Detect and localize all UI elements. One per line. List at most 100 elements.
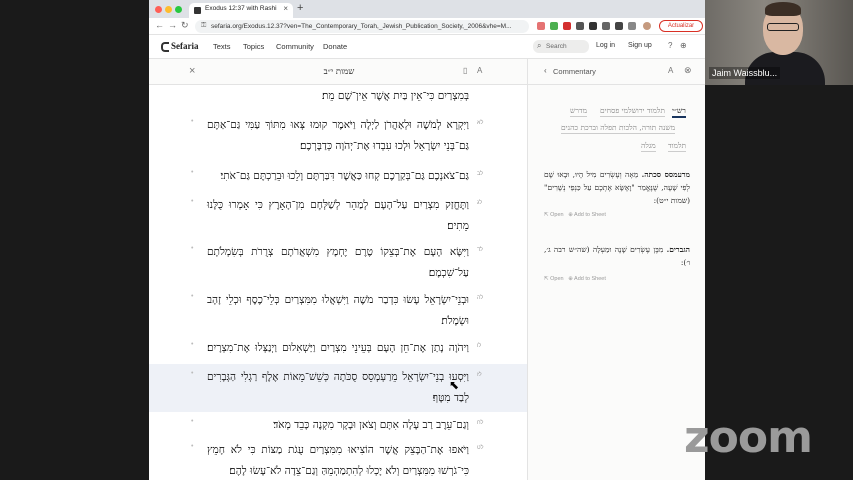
verse-number: לט	[477, 445, 484, 451]
add-to-sheet-link[interactable]: Add to Sheet	[574, 212, 606, 218]
verse-row[interactable]: • וַיהֹוָה נָתַן אֶת־חֵן הָעָם בְּעֵינֵי…	[149, 335, 527, 375]
verse-row[interactable]: • וּבְנֵי־יִשְׂרָאֵל עָשׂוּ כִּדְבַר מֹש…	[149, 287, 527, 335]
verse-row[interactable]: בְּמִצְרַיִם כִּי־אֵין בַּיִת אֲשֶׁר אֵי…	[149, 85, 527, 109]
open-link[interactable]: Open	[550, 212, 563, 218]
browser-window: Exodus 12:37 with Rashi × + ← → ↻ ⚿ sefa…	[149, 0, 705, 480]
nav-texts[interactable]: Texts	[213, 42, 231, 51]
tab-talmud[interactable]: תלמוד	[668, 141, 687, 152]
back-chevron-icon[interactable]: ‹	[544, 66, 547, 75]
verse-text: וַיִּשָּׂא הָעָם אֶת־בְּצֵקוֹ טֶרֶם יֶחְ…	[207, 246, 469, 279]
verse-number: לג	[477, 200, 483, 206]
extension-icon[interactable]	[563, 22, 571, 30]
commentary-entry[interactable]: מרעמסס סכתה. מֵאָה וְעֶשְׂרִים מִיל הָיו…	[544, 168, 690, 207]
sefaria-favicon-icon	[194, 7, 201, 14]
close-window-button[interactable]	[155, 6, 162, 13]
sefaria-logo-icon[interactable]	[161, 42, 169, 52]
commentary-header: ‹ Commentary A ⊗	[528, 59, 705, 85]
url-field[interactable]: ⚿ sefaria.org/Exodus.12.37?ven=The_Conte…	[195, 20, 529, 33]
browser-tab[interactable]: Exodus 12:37 with Rashi ×	[189, 3, 293, 18]
site-logo[interactable]: Sefaria	[171, 41, 199, 51]
add-to-sheet-link[interactable]: Add to Sheet	[574, 276, 606, 282]
commentary-panel: ‹ Commentary A ⊗ רש״י תלמוד ירושלמי פסחי…	[527, 59, 705, 480]
tab-yerushalmi-pesachim[interactable]: תלמוד ירושלמי פסחים	[600, 106, 665, 117]
verse-text: וַיִּקְרָא לְמֹשֶׁה וּלְאַהֲרֹן לַיְלָה …	[207, 119, 469, 152]
tab-mishneh-torah[interactable]: משנה תורה, הלכות תפלה וברכת כהנים	[561, 123, 676, 134]
participant-name: Jaim Waissblu...	[709, 67, 781, 79]
extension-icon[interactable]	[615, 22, 623, 30]
verse-row[interactable]: • וַיֹּאפוּ אֶת־הַבָּצֵק אֲשֶׁר הוֹצִיאו…	[149, 437, 527, 480]
tab-title: Exodus 12:37 with Rashi	[205, 5, 277, 12]
extension-icon[interactable]	[589, 22, 597, 30]
update-browser-button[interactable]: Actualizar	[659, 20, 703, 32]
chapter-title[interactable]: שמות י״ב	[299, 66, 379, 77]
verse-row[interactable]: • גַּם־צֹאנְכֶם גַּם־בְּקַרְכֶם קְחוּ כַ…	[149, 163, 527, 189]
font-settings-icon[interactable]: A	[668, 66, 673, 75]
reload-icon[interactable]: ↻	[181, 20, 189, 31]
verse-bullet: •	[191, 169, 194, 176]
verse-number: לד	[477, 247, 483, 253]
verse-row[interactable]: • וְגַם־עֵרֶב רַב עָלָה אִתָּם וְצֹאן וּ…	[149, 412, 527, 438]
open-link[interactable]: Open	[550, 276, 563, 282]
signup-link[interactable]: Sign up	[628, 42, 652, 49]
tab-bar: Exodus 12:37 with Rashi × +	[149, 0, 705, 18]
close-icon[interactable]: ×	[189, 65, 195, 77]
tab-close-icon[interactable]: ×	[283, 4, 288, 13]
verse-bullet: •	[191, 341, 194, 348]
commentary-entry[interactable]: הגברים. מִבֶּן עֶשְׂרִים שָׁנָה וּמַעְלָ…	[544, 243, 690, 269]
tab-midrash[interactable]: מדרש	[570, 106, 588, 117]
verse-number: לא	[477, 120, 484, 126]
verse-row[interactable]: • וַיִּשָּׂא הָעָם אֶת־בְּצֵקוֹ טֶרֶם יֶ…	[149, 239, 527, 287]
verse-text: וְגַם־עֵרֶב רַב עָלָה אִתָּם וְצֹאן וּבָ…	[273, 419, 469, 431]
nav-topics[interactable]: Topics	[243, 42, 264, 51]
nav-community[interactable]: Community	[276, 42, 314, 51]
verse-row[interactable]: • וַיִּקְרָא לְמֹשֶׁה וּלְאַהֲרֹן לַיְלָ…	[149, 112, 527, 160]
login-link[interactable]: Log in	[596, 42, 615, 49]
url-text[interactable]: sefaria.org/Exodus.12.37?ven=The_Contemp…	[211, 23, 523, 30]
reader-header: × שמות י״ב ▯ A	[149, 59, 527, 85]
bookmark-icon[interactable]: ▯	[463, 66, 467, 75]
zoom-watermark-logo: zoom	[684, 412, 813, 463]
minimize-window-button[interactable]	[165, 6, 172, 13]
search-input[interactable]: ⌕ Search	[533, 40, 589, 53]
commentary-title[interactable]: Commentary	[553, 67, 596, 76]
participant-video-tile[interactable]: Jaim Waissblu...	[705, 0, 853, 85]
tab-rashi[interactable]: רש״י	[672, 106, 686, 118]
help-icon[interactable]: ?	[668, 41, 672, 50]
search-placeholder: Search	[546, 42, 567, 50]
verse-row-selected[interactable]: • וַיִּסְעוּ בְנֵי־יִשְׂרָאֵל מֵרַעְמְסֵ…	[149, 364, 527, 412]
new-tab-button[interactable]: +	[297, 2, 303, 14]
verse-number: לו	[477, 343, 482, 349]
verse-bullet: •	[191, 370, 194, 377]
verse-bullet: •	[191, 245, 194, 252]
font-settings-icon[interactable]: A	[477, 66, 482, 75]
verse-number: לז	[477, 372, 482, 378]
verse-text: וַיִּסְעוּ בְנֵי־יִשְׂרָאֵל מֵרַעְמְסֵס …	[207, 371, 469, 404]
back-icon[interactable]: ←	[155, 20, 164, 30]
verse-number: לח	[477, 420, 484, 426]
maximize-window-button[interactable]	[175, 6, 182, 13]
tab-megillah[interactable]: מגלה	[641, 141, 656, 152]
extension-icon[interactable]	[576, 22, 584, 30]
extension-icon[interactable]	[537, 22, 545, 30]
extension-icon[interactable]	[550, 22, 558, 30]
commentary-actions: ⇱ Open ⊕ Add to Sheet	[544, 276, 606, 282]
globe-icon[interactable]: ⊕	[680, 41, 687, 50]
mouse-cursor-icon: ⬉	[449, 378, 460, 392]
profile-avatar[interactable]	[643, 22, 651, 30]
verse-row[interactable]: • וַתֶּחֱזַק מִצְרַיִם עַל־הָעָם לְמַהֵר…	[149, 192, 527, 240]
verse-text: וַיֹּאפוּ אֶת־הַבָּצֵק אֲשֶׁר הוֹצִיאוּ …	[207, 444, 469, 477]
verse-bullet: •	[191, 418, 194, 425]
lock-icon: ⚿	[201, 22, 207, 29]
extension-icon[interactable]	[602, 22, 610, 30]
verse-text: וַתֶּחֱזַק מִצְרַיִם עַל־הָעָם לְמַהֵר ל…	[207, 199, 469, 232]
verse-bullet: •	[191, 293, 194, 300]
text-reader-panel: × שמות י״ב ▯ A בְּמִצְרַיִם כִּי־אֵין בַ…	[149, 59, 527, 480]
close-icon[interactable]: ⊗	[684, 65, 692, 76]
forward-icon[interactable]: →	[168, 20, 177, 30]
commentary-heading: מרעמסס סכתה.	[641, 170, 690, 179]
nav-donate[interactable]: Donate	[323, 42, 347, 51]
extension-icon[interactable]	[628, 22, 636, 30]
search-icon: ⌕	[537, 41, 542, 50]
commentary-heading: הגברים.	[666, 245, 690, 254]
screen: Exodus 12:37 with Rashi × + ← → ↻ ⚿ sefa…	[0, 0, 853, 480]
